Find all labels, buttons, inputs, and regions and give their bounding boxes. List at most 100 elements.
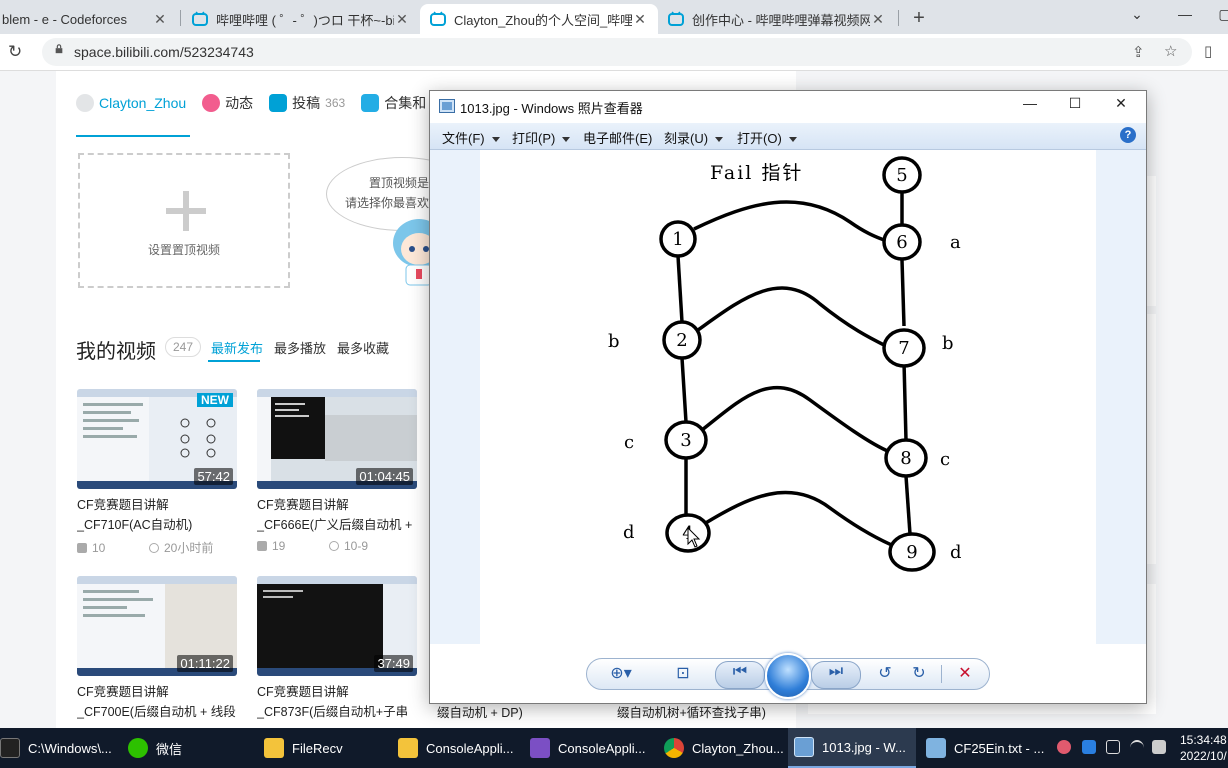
- tab-most-favorited[interactable]: 最多收藏: [337, 338, 389, 357]
- trie-edge: [904, 475, 912, 535]
- video-title[interactable]: CF竞赛题目讲解_CF666E(广义后缀自动机 + 线段树): [257, 495, 417, 535]
- active-tab-underline: [208, 360, 260, 362]
- wifi-icon[interactable]: [1130, 740, 1144, 756]
- menu-file[interactable]: 文件(F): [442, 128, 500, 147]
- menu-print[interactable]: 打印(P): [512, 128, 571, 147]
- new-tab-button[interactable]: +: [908, 7, 930, 30]
- video-thumbnail[interactable]: 01:04:45: [257, 389, 417, 489]
- terminal-icon: [0, 738, 20, 758]
- photo-viewer-icon: [439, 99, 455, 113]
- close-icon[interactable]: ✕: [632, 11, 648, 28]
- menu-open[interactable]: 打开(O): [737, 128, 797, 147]
- zoom-icon[interactable]: ⊕▾: [609, 663, 633, 683]
- nav-collections[interactable]: 合集和: [361, 93, 426, 113]
- close-icon[interactable]: ✕: [1106, 95, 1136, 112]
- minimize-icon[interactable]: —: [1015, 95, 1045, 111]
- taskbar-label: ConsoleAppli...: [426, 740, 514, 756]
- viewer-control-bar: ⊕▾ ⊡ ⏮ ⏭ ↺ ↻ ✕: [586, 653, 990, 699]
- chevron-down-icon: [491, 137, 500, 143]
- video-title[interactable]: CF竞赛题目讲解_CF873F(后缀自动机+子串出现次数): [257, 682, 417, 722]
- video-title[interactable]: CF竞赛题目讲解_CF700E(后缀自动机 + 线段树 + DP): [77, 682, 237, 722]
- previous-button[interactable]: ⏮: [715, 661, 765, 689]
- reload-icon[interactable]: ↻: [8, 42, 22, 62]
- nav-home[interactable]: Clayton_Zhou: [76, 94, 186, 112]
- maximize-icon[interactable]: ☐: [1060, 95, 1090, 112]
- taskbar-filerecv[interactable]: FileRecv: [260, 728, 392, 768]
- battery-icon[interactable]: [1106, 740, 1120, 754]
- system-clock[interactable]: 15:34:48 2022/10/: [1180, 732, 1227, 764]
- nav-dynamic[interactable]: 动态: [202, 93, 253, 113]
- slideshow-button[interactable]: [765, 653, 811, 699]
- taskbar-label: C:\Windows\...: [28, 740, 112, 756]
- taskbar-wechat[interactable]: 微信: [124, 728, 256, 768]
- tab-title: Clayton_Zhou的个人空间_哔哩: [454, 12, 632, 28]
- tab-codeforces[interactable]: blem - e - Codeforces ✕: [0, 4, 178, 34]
- video-card[interactable]: 01:11:22 CF竞赛题目讲解_CF700E(后缀自动机 + 线段树 + D…: [77, 576, 237, 722]
- bookmark-star-icon[interactable]: ☆: [1164, 42, 1177, 60]
- video-thumbnail[interactable]: 01:11:22: [77, 576, 237, 676]
- rotate-right-icon[interactable]: ↻: [907, 663, 931, 683]
- video-thumbnail[interactable]: 37:49: [257, 576, 417, 676]
- close-icon[interactable]: ✕: [152, 11, 168, 28]
- viewer-menu-bar: 文件(F) 打印(P) 电子邮件(E) 刻录(U) 打开(O) ?: [430, 123, 1146, 150]
- menu-email[interactable]: 电子邮件(E): [583, 128, 652, 147]
- next-button[interactable]: ⏭: [811, 661, 861, 689]
- fit-window-icon[interactable]: ⊡: [671, 663, 695, 683]
- video-card[interactable]: NEW 57:42 CF竞赛题目讲解_CF710F(AC自动机) 10 20小时…: [77, 389, 237, 556]
- close-icon[interactable]: ✕: [870, 11, 886, 28]
- taskbar-notepad[interactable]: CF25Ein.txt - ...: [922, 728, 1052, 768]
- help-icon[interactable]: ?: [1120, 127, 1136, 143]
- video-duration: 01:04:45: [356, 468, 413, 485]
- bluetooth-icon[interactable]: [1082, 740, 1096, 754]
- taskbar-cmd[interactable]: C:\Windows\...: [0, 728, 118, 768]
- diagram-title: Fail 指针: [710, 162, 803, 184]
- lock-icon: [55, 44, 63, 54]
- taskbar-console-folder[interactable]: ConsoleAppli...: [394, 728, 526, 768]
- plus-icon: [166, 191, 206, 231]
- clock-icon: [149, 542, 159, 553]
- taskbar-photo-viewer[interactable]: 1013.jpg - W...: [788, 728, 916, 768]
- video-duration: 37:49: [374, 655, 413, 672]
- video-title-partial[interactable]: 缀自动机 + DP): [437, 702, 523, 721]
- taskbar: C:\Windows\... 微信 FileRecv ConsoleAppli.…: [0, 728, 1228, 768]
- volume-icon[interactable]: [1152, 740, 1166, 754]
- tab-creator-center[interactable]: 创作中心 - 哔哩哔哩弹幕视频网 ✕: [658, 4, 896, 34]
- edge-letter: a: [950, 232, 961, 253]
- delete-icon[interactable]: ✕: [953, 663, 977, 683]
- share-icon[interactable]: ⇪: [1132, 43, 1145, 61]
- new-badge: NEW: [197, 393, 233, 407]
- nav-uploads[interactable]: 投稿 363: [269, 93, 345, 113]
- rotate-left-icon[interactable]: ↺: [873, 663, 897, 683]
- tray-app-icon[interactable]: [1057, 740, 1071, 754]
- maximize-icon[interactable]: ▢: [1210, 6, 1228, 23]
- upload-icon: [269, 94, 288, 112]
- node-label: 2: [676, 330, 687, 351]
- trie-edge: [900, 259, 906, 327]
- side-panel-icon[interactable]: ▯: [1204, 42, 1212, 60]
- close-icon[interactable]: ✕: [394, 11, 410, 28]
- menu-label: 打开(O): [737, 131, 782, 146]
- video-title[interactable]: CF竞赛题目讲解_CF710F(AC自动机): [77, 495, 237, 535]
- taskbar-chrome[interactable]: Clayton_Zhou...: [660, 728, 788, 768]
- video-title-partial[interactable]: 缀自动机树+循环查找子串): [617, 702, 766, 721]
- tab-search-icon[interactable]: ⌄: [1122, 6, 1152, 23]
- video-card[interactable]: 01:04:45 CF竞赛题目讲解_CF666E(广义后缀自动机 + 线段树) …: [257, 389, 417, 553]
- tab-clayton-space[interactable]: Clayton_Zhou的个人空间_哔哩 ✕: [420, 4, 658, 34]
- video-thumbnail[interactable]: NEW 57:42: [77, 389, 237, 489]
- set-top-video-button[interactable]: 设置置顶视频: [78, 153, 290, 288]
- video-card[interactable]: 37:49 CF竞赛题目讲解_CF873F(后缀自动机+子串出现次数): [257, 576, 417, 722]
- tab-latest[interactable]: 最新发布: [211, 338, 263, 357]
- minimize-icon[interactable]: —: [1170, 6, 1200, 22]
- play-count: 19: [272, 539, 286, 553]
- url-field[interactable]: space.bilibili.com/523234743 ⇪ ☆: [42, 38, 1192, 66]
- taskbar-visual-studio[interactable]: ConsoleAppli...: [526, 728, 658, 768]
- edge-letter: c: [940, 449, 950, 470]
- skip-previous-icon: ⏮: [732, 663, 748, 680]
- tab-bilibili-home[interactable]: 哔哩哔哩 ( ゜- ゜)つロ 干杯~-bilil ✕: [182, 4, 420, 34]
- edge-letter: b: [942, 333, 954, 354]
- menu-burn[interactable]: 刻录(U): [664, 128, 724, 147]
- dynamic-icon: [202, 94, 221, 112]
- tab-most-played[interactable]: 最多播放: [274, 338, 326, 357]
- tab-separator: [898, 10, 899, 26]
- fail-edge: [696, 286, 887, 348]
